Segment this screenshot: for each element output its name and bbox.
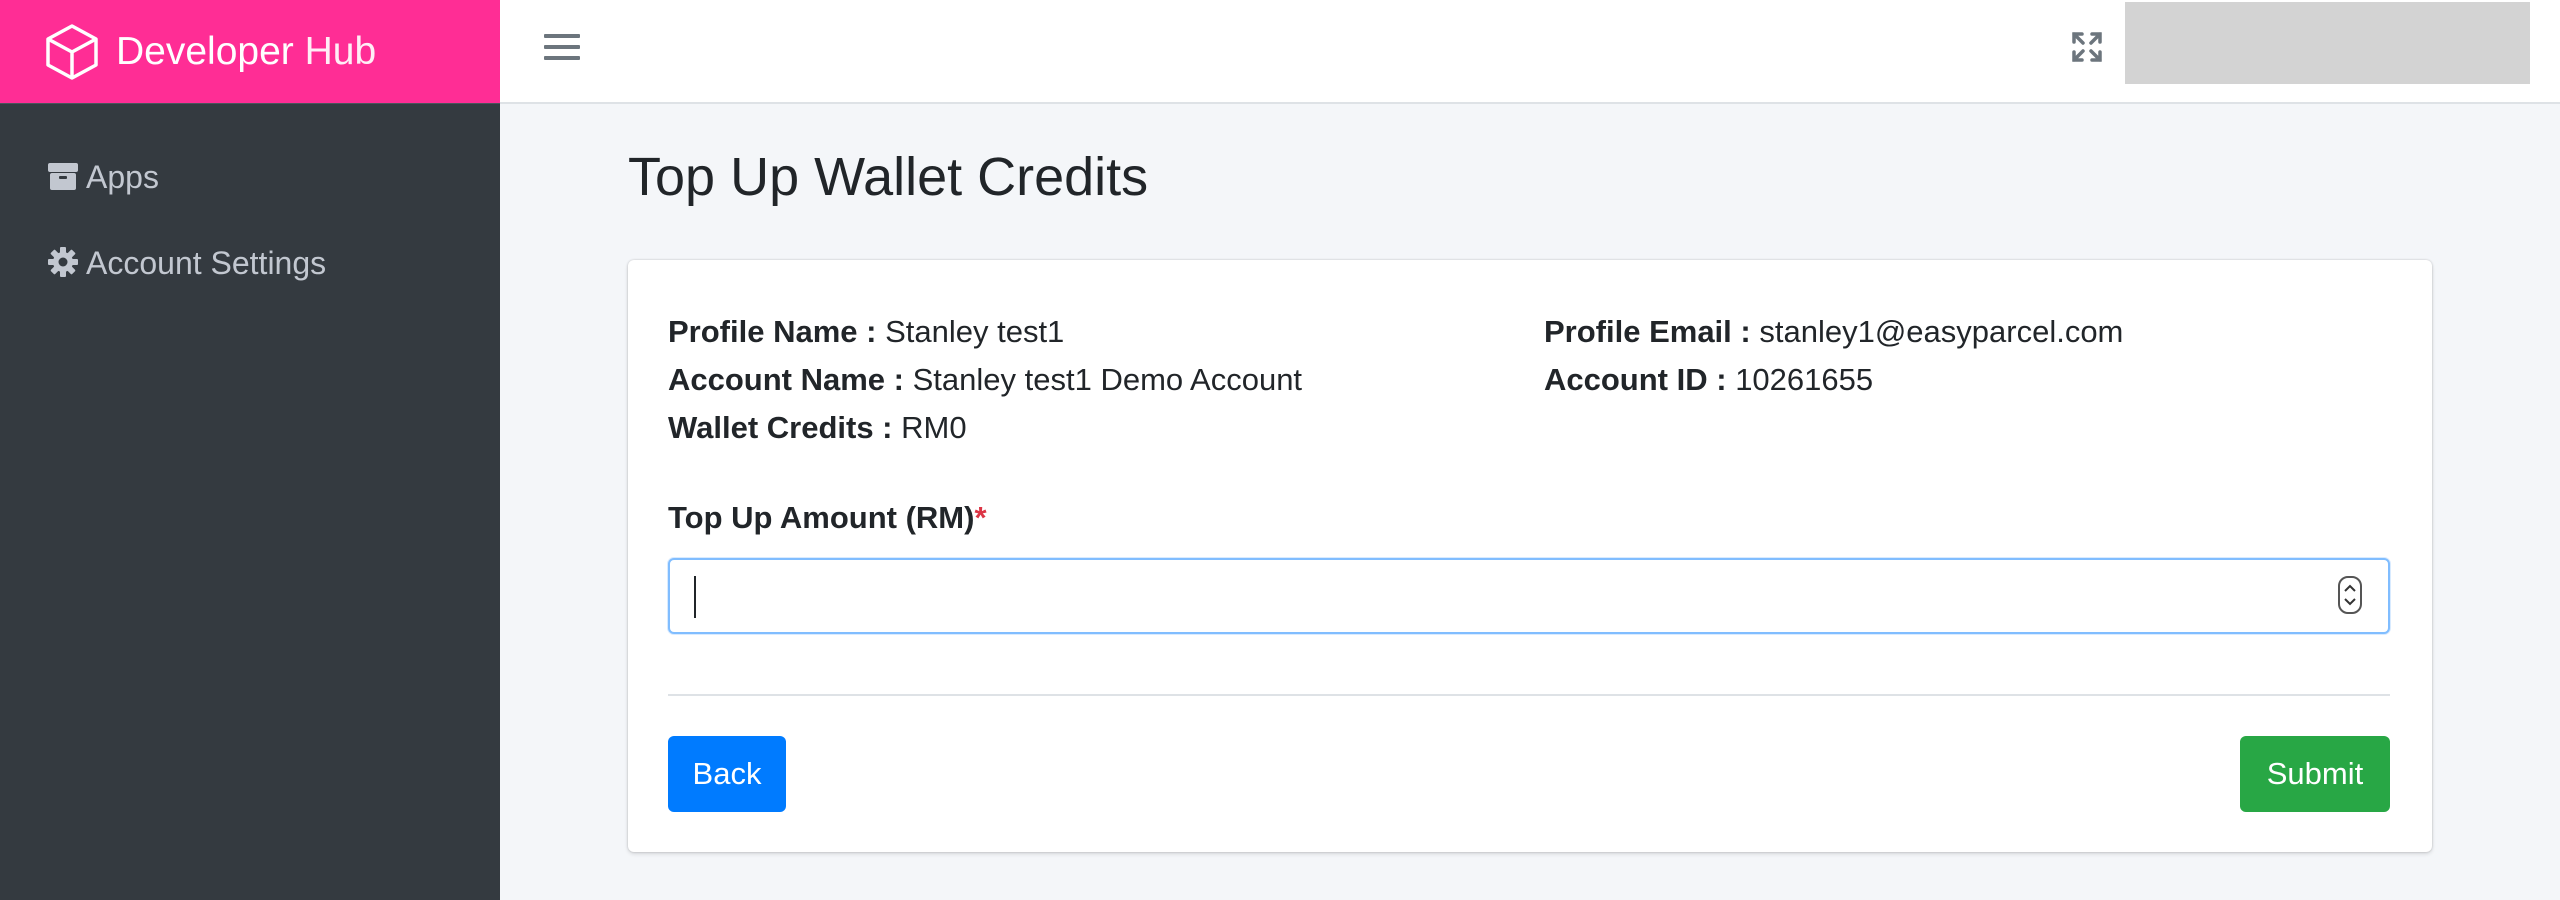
hamburger-icon[interactable] — [544, 34, 580, 66]
top-up-card: Profile Name : Stanley test1 Account Nam… — [628, 260, 2432, 852]
brand-name-bold: Developer — [116, 29, 294, 73]
wallet-credits-label: Wallet Credits : — [668, 410, 893, 445]
profile-email-value: stanley1@easyparcel.com — [1759, 314, 2124, 349]
brand-link[interactable]: Developer Hub — [0, 0, 500, 104]
wallet-credits-value: RM0 — [901, 410, 967, 445]
content-wrapper: Top Up Wallet Credits Profile Name : Sta… — [500, 104, 2560, 900]
sidebar: Developer Hub Apps Account Settings — [0, 0, 500, 900]
top-up-amount-input[interactable] — [668, 558, 2390, 634]
top-up-amount-label: Top Up Amount (RM)* — [668, 500, 987, 536]
user-menu-placeholder[interactable] — [2125, 2, 2530, 84]
account-name-value: Stanley test1 Demo Account — [912, 362, 1303, 397]
sidebar-nav: Apps Account Settings — [0, 104, 500, 306]
sidebar-item-apps[interactable]: Apps — [0, 134, 500, 220]
profile-info-left: Profile Name : Stanley test1 Account Nam… — [668, 308, 1302, 452]
account-name-label: Account Name : — [668, 362, 904, 397]
page-title: Top Up Wallet Credits — [628, 147, 1149, 207]
cube-logo-icon — [46, 23, 98, 80]
submit-button[interactable]: Submit — [2240, 736, 2390, 812]
wallet-credits-row: Wallet Credits : RM0 — [668, 404, 1302, 452]
account-id-value: 10261655 — [1735, 362, 1874, 397]
expand-icon[interactable] — [2070, 30, 2104, 64]
back-button[interactable]: Back — [668, 736, 786, 812]
number-spinner-icon[interactable] — [2338, 576, 2362, 614]
box-icon — [46, 159, 82, 195]
brand-name-light: Hub — [304, 29, 377, 73]
top-up-amount-label-text: Top Up Amount (RM) — [668, 500, 975, 535]
sidebar-item-label: Account Settings — [86, 244, 327, 281]
account-name-row: Account Name : Stanley test1 Demo Accoun… — [668, 356, 1302, 404]
account-id-row: Account ID : 10261655 — [1544, 356, 2123, 404]
text-caret — [694, 576, 696, 618]
required-marker: * — [974, 500, 987, 535]
top-navbar — [500, 0, 2560, 104]
sidebar-item-label: Apps — [86, 158, 159, 195]
card-divider — [668, 694, 2390, 696]
sidebar-item-account-settings[interactable]: Account Settings — [0, 220, 500, 306]
account-id-label: Account ID : — [1544, 362, 1727, 397]
profile-email-row: Profile Email : stanley1@easyparcel.com — [1544, 308, 2123, 356]
gear-icon — [46, 245, 82, 281]
profile-name-value: Stanley test1 — [885, 314, 1065, 349]
profile-info-right: Profile Email : stanley1@easyparcel.com … — [1544, 308, 2123, 404]
brand-title: Developer Hub — [116, 30, 376, 74]
profile-name-row: Profile Name : Stanley test1 — [668, 308, 1302, 356]
profile-email-label: Profile Email : — [1544, 314, 1751, 349]
profile-name-label: Profile Name : — [668, 314, 877, 349]
